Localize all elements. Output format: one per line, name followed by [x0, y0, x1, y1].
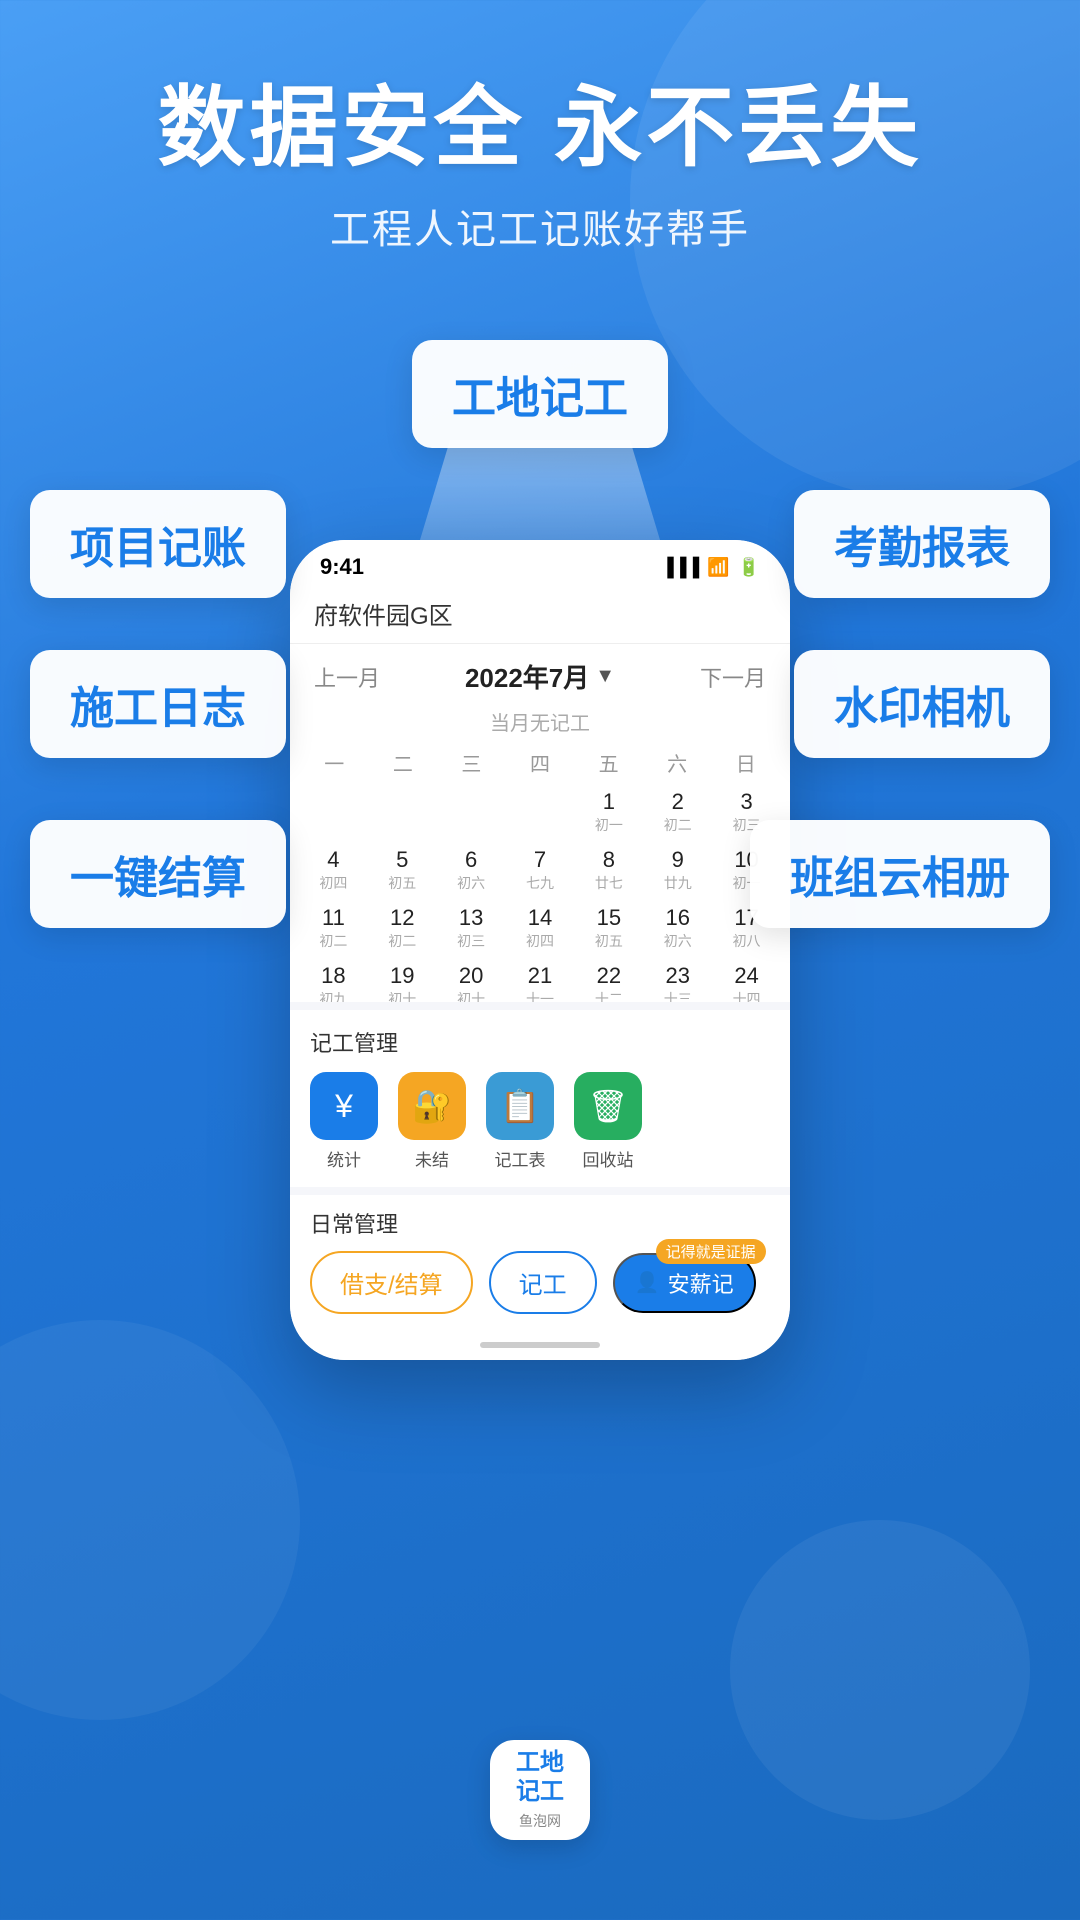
bubble-construction-diary[interactable]: 施工日志 [30, 650, 286, 758]
mgmt-icons-row: ¥ 统计 🔐 未结 📋 记工表 [310, 1072, 770, 1171]
cal-day-empty [438, 785, 505, 841]
signal-icon: ▐▐▐ [661, 557, 699, 578]
cal-day-empty [300, 785, 367, 841]
main-title: 数据安全 永不丢失 [0, 80, 1080, 177]
cal-day-4[interactable]: 4初四 [300, 843, 367, 899]
mgmt-stats[interactable]: ¥ 统计 [310, 1072, 378, 1171]
cal-day-2[interactable]: 2初二 [644, 785, 711, 841]
cal-day-7[interactable]: 7七九 [507, 843, 574, 899]
calendar-weekdays: 一 二 三 四 五 六 日 [290, 744, 790, 781]
bubble-watermark-camera[interactable]: 水印相机 [794, 650, 1050, 758]
cal-next-month[interactable]: 下一月 [700, 661, 766, 693]
daily-title: 日常管理 [310, 1207, 770, 1239]
cal-day-21[interactable]: 21十一 [507, 959, 574, 1002]
cal-day-14[interactable]: 14初四 [507, 901, 574, 957]
cal-day-22[interactable]: 22十二 [575, 959, 642, 1002]
daily-section: 日常管理 借支/结算 记工 👤 安薪记 记得就是证据 [290, 1195, 790, 1330]
cal-day-12[interactable]: 12初二 [369, 901, 436, 957]
calendar-grid: 1初一 2初二 3初三 4初四 5初五 6初六 7七九 8廿七 9廿九 10初一… [290, 785, 790, 1002]
status-time: 9:41 [320, 554, 364, 580]
btn-record-work[interactable]: 记工 [489, 1251, 597, 1314]
calendar-area: 上一月 2022年7月 ▼ 下一月 当月无记工 一 二 三 四 五 六 日 [290, 644, 790, 1002]
home-indicator [290, 1330, 790, 1360]
bottom-logo: 工地 记工 鱼泡网 [490, 1740, 590, 1840]
cal-no-work-label: 当月无记工 [290, 703, 790, 744]
daily-buttons-row: 借支/结算 记工 👤 安薪记 记得就是证据 [310, 1251, 770, 1314]
bubble-project-accounting[interactable]: 项目记账 [30, 490, 286, 598]
mgmt-worktable[interactable]: 📋 记工表 [486, 1072, 554, 1171]
status-icons: ▐▐▐ 📶 🔋 [661, 557, 760, 578]
bubble-attendance-report[interactable]: 考勤报表 [794, 490, 1050, 598]
mgmt-unsettled-label: 未结 [415, 1146, 449, 1171]
mgmt-stats-label: 统计 [327, 1146, 361, 1171]
battery-icon: 🔋 [738, 557, 760, 578]
cal-day-19[interactable]: 19初十 [369, 959, 436, 1002]
header: 数据安全 永不丢失 工程人记工记账好帮手 [0, 80, 1080, 255]
mgmt-unsettled-icon: 🔐 [398, 1072, 466, 1140]
cal-day-empty [369, 785, 436, 841]
cal-day-8[interactable]: 8廿七 [575, 843, 642, 899]
mgmt-worktable-label: 记工表 [495, 1146, 546, 1171]
user-icon: 👤 [635, 1270, 660, 1295]
phone-mockup: 9:41 ▐▐▐ 📶 🔋 府软件园G区 上一月 2022年7月 ▼ 下一月 当月… [290, 540, 790, 1360]
location-text: 府软件园G区 [314, 603, 453, 630]
mgmt-recycle-label: 回收站 [583, 1146, 634, 1171]
cal-prev-month[interactable]: 上一月 [314, 661, 380, 693]
mgmt-title: 记工管理 [310, 1026, 770, 1058]
cal-day-empty [507, 785, 574, 841]
logo-sub-text: 鱼泡网 [519, 1811, 561, 1831]
calendar-header: 上一月 2022年7月 ▼ 下一月 [290, 644, 790, 703]
weekday-fri: 五 [574, 744, 643, 781]
cal-day-5[interactable]: 5初五 [369, 843, 436, 899]
mgmt-stats-icon: ¥ [310, 1072, 378, 1140]
btn-salary-wrapper: 👤 安薪记 记得就是证据 [613, 1253, 756, 1313]
logo-main-text: 工地 记工 [516, 1749, 564, 1807]
cal-day-18[interactable]: 18初九 [300, 959, 367, 1002]
cal-day-15[interactable]: 15初五 [575, 901, 642, 957]
weekday-tue: 二 [369, 744, 438, 781]
location-bar: 府软件园G区 [290, 588, 790, 644]
weekday-wed: 三 [437, 744, 506, 781]
mgmt-worktable-icon: 📋 [486, 1072, 554, 1140]
home-bar [480, 1342, 600, 1348]
main-subtitle: 工程人记工记账好帮手 [0, 197, 1080, 255]
salary-badge-label: 记得就是证据 [656, 1239, 766, 1264]
mgmt-recycle-icon: 🗑 [574, 1072, 642, 1140]
cal-day-23[interactable]: 23十三 [644, 959, 711, 1002]
cal-day-16[interactable]: 16初六 [644, 901, 711, 957]
mgmt-unsettled[interactable]: 🔐 未结 [398, 1072, 466, 1171]
cal-day-20[interactable]: 20初十 [438, 959, 505, 1002]
cal-day-1[interactable]: 1初一 [575, 785, 642, 841]
weekday-thu: 四 [506, 744, 575, 781]
cal-day-24[interactable]: 24十四 [713, 959, 780, 1002]
cal-month-label[interactable]: 2022年7月 ▼ [465, 658, 615, 695]
weekday-sat: 六 [643, 744, 712, 781]
status-bar: 9:41 ▐▐▐ 📶 🔋 [290, 540, 790, 588]
cal-day-9[interactable]: 9廿九 [644, 843, 711, 899]
bubble-one-click-settlement[interactable]: 一键结算 [30, 820, 286, 928]
wifi-icon: 📶 [707, 557, 729, 578]
mgmt-section: 记工管理 ¥ 统计 🔐 未结 📋 [290, 1010, 790, 1187]
bg-decoration-circle2 [0, 1320, 300, 1720]
mgmt-recycle[interactable]: 🗑 回收站 [574, 1072, 642, 1171]
weekday-sun: 日 [711, 744, 780, 781]
cal-month-arrow: ▼ [595, 665, 615, 688]
weekday-mon: 一 [300, 744, 369, 781]
btn-borrow-settlement[interactable]: 借支/结算 [310, 1251, 473, 1314]
logo-box: 工地 记工 鱼泡网 [490, 1740, 590, 1840]
bubble-center[interactable]: 工地记工 [412, 340, 668, 448]
cal-day-6[interactable]: 6初六 [438, 843, 505, 899]
bg-decoration-circle3 [730, 1520, 1030, 1820]
cal-day-13[interactable]: 13初三 [438, 901, 505, 957]
cal-day-11[interactable]: 11初二 [300, 901, 367, 957]
bubble-team-album[interactable]: 班组云相册 [750, 820, 1050, 928]
